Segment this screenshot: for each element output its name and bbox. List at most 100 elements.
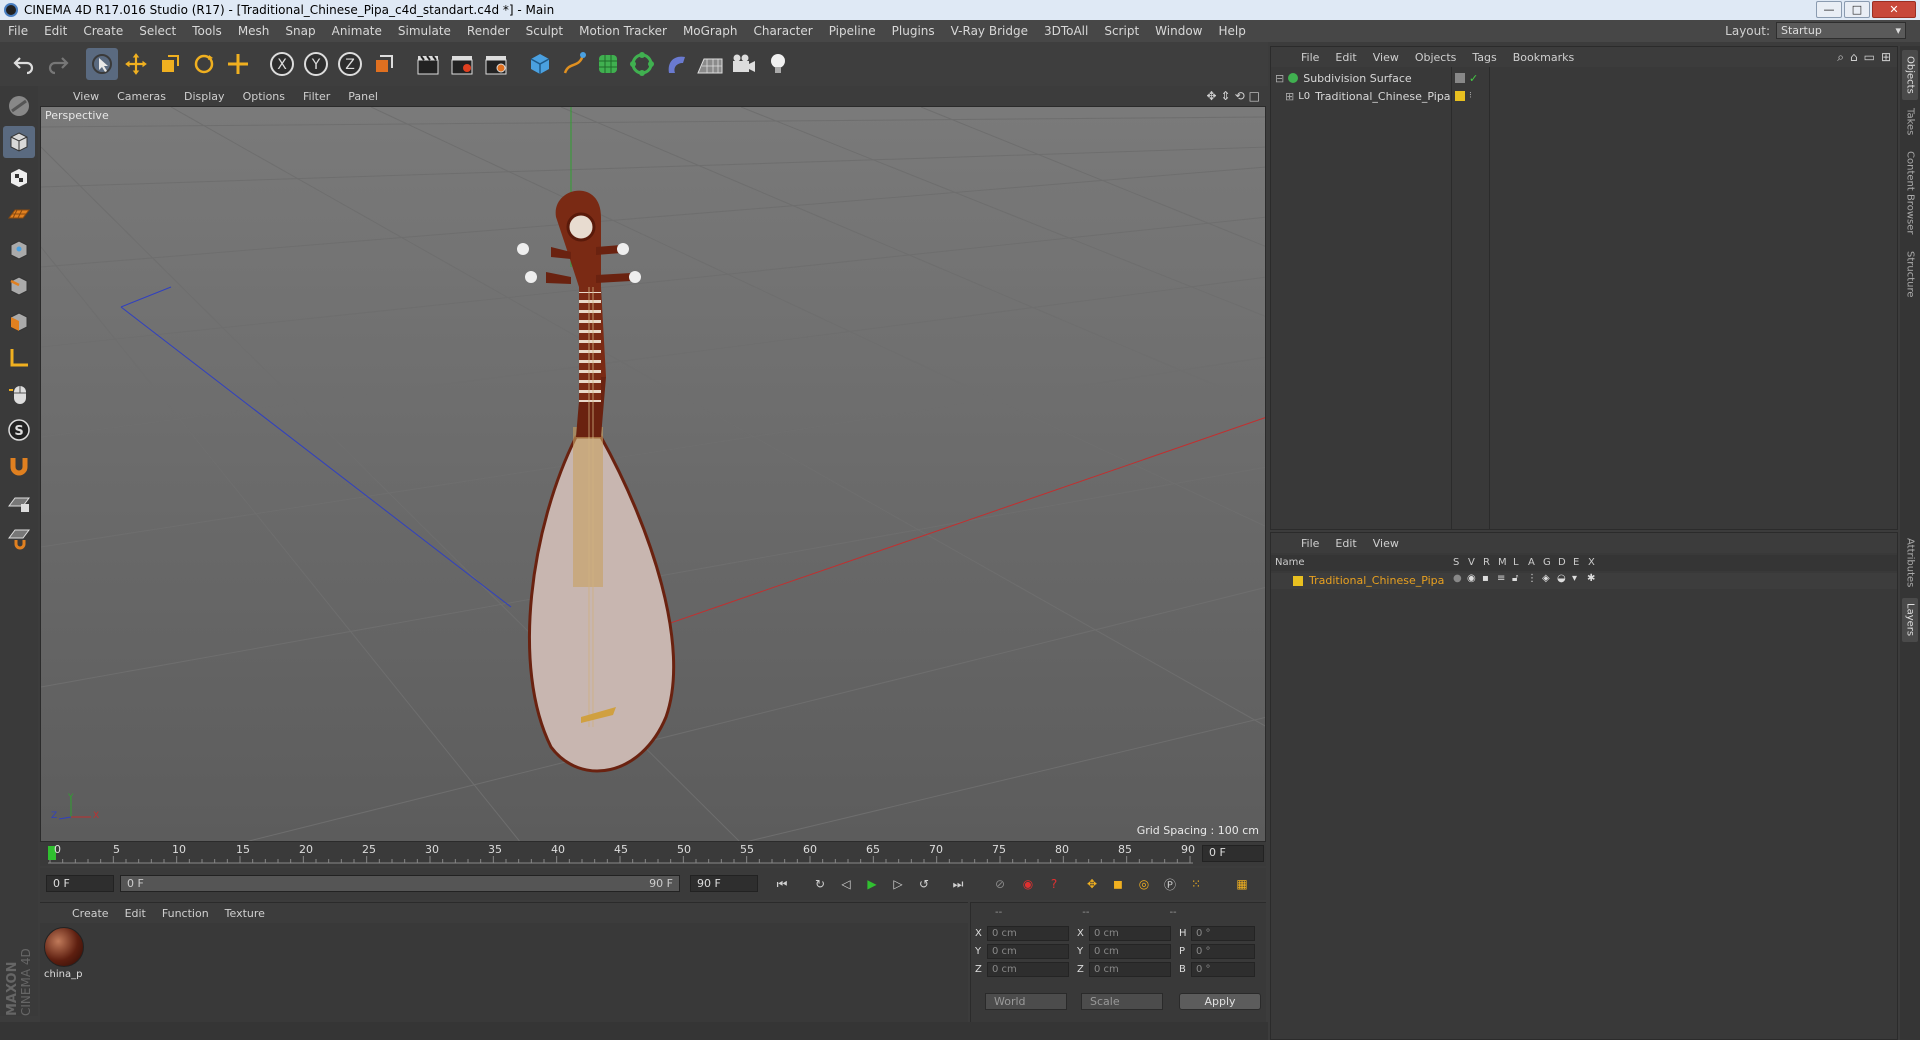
menu-render[interactable]: Render <box>459 24 518 38</box>
menu-window[interactable]: Window <box>1147 24 1210 38</box>
generator-icon[interactable]: ◈ <box>1542 573 1550 584</box>
rotate-view-icon[interactable]: ⟲ <box>1235 89 1245 103</box>
y-axis-lock-button[interactable]: Y <box>300 48 332 80</box>
tab-takes[interactable]: Takes <box>1902 104 1918 140</box>
floor-button[interactable] <box>694 48 726 80</box>
workplane-mode-button[interactable] <box>3 198 35 230</box>
coordinate-system-button[interactable] <box>368 48 400 80</box>
viewport-menu-panel[interactable]: Panel <box>339 90 387 103</box>
menu-vray-bridge[interactable]: V-Ray Bridge <box>943 24 1036 38</box>
undo-button[interactable] <box>8 48 40 80</box>
position-x-field[interactable]: 0 cm <box>987 925 1069 941</box>
editor-visibility-icon[interactable] <box>1455 73 1465 83</box>
next-key-button[interactable]: ↺ <box>912 873 936 895</box>
menu-simulate[interactable]: Simulate <box>390 24 459 38</box>
layout-dropdown[interactable]: Startup ▾ <box>1776 22 1906 39</box>
material-swatch[interactable]: china_p <box>44 927 86 983</box>
live-selection-button[interactable] <box>86 48 118 80</box>
render-view-button[interactable] <box>412 48 444 80</box>
subdivision-surface-button[interactable] <box>592 48 624 80</box>
go-to-start-button[interactable]: ⏮ <box>770 873 794 895</box>
z-axis-lock-button[interactable]: Z <box>334 48 366 80</box>
objects-menu-tags[interactable]: Tags <box>1464 51 1504 64</box>
maximize-view-icon[interactable]: □ <box>1249 89 1260 103</box>
size-z-field[interactable]: 0 cm <box>1089 961 1171 977</box>
current-frame-field[interactable]: 0 F <box>1202 845 1264 862</box>
manager-icon[interactable]: ≡ <box>1497 573 1505 584</box>
size-mode-dropdown[interactable]: Scale <box>1081 993 1163 1010</box>
render-icon[interactable]: ▪ <box>1482 573 1489 584</box>
size-y-field[interactable]: 0 cm <box>1089 943 1171 959</box>
expand-tree-icon[interactable]: ⊞ <box>1285 90 1294 103</box>
rotation-p-field[interactable]: 0 ° <box>1191 943 1255 959</box>
viewport-menu-options[interactable]: Options <box>234 90 294 103</box>
rotation-h-field[interactable]: 0 ° <box>1191 925 1255 941</box>
viewport-menu-display[interactable]: Display <box>175 90 234 103</box>
position-y-field[interactable]: 0 cm <box>987 943 1069 959</box>
render-settings-button[interactable] <box>480 48 512 80</box>
maximize-button[interactable]: □ <box>1844 1 1870 18</box>
rotation-b-field[interactable]: 0 ° <box>1191 961 1255 977</box>
position-z-field[interactable]: 0 cm <box>987 961 1069 977</box>
start-frame-field[interactable]: 0 F <box>46 875 114 892</box>
menu-create[interactable]: Create <box>75 24 131 38</box>
object-row[interactable]: ⊞ L0 Traditional_Chinese_Pipa <box>1285 87 1451 105</box>
tab-layers[interactable]: Layers <box>1902 598 1918 642</box>
layers-menu-view[interactable]: View <box>1365 537 1407 550</box>
deformer-icon[interactable]: ◒ <box>1557 573 1566 584</box>
visibility-dots-icon[interactable]: ⁝ <box>1469 91 1472 101</box>
record-keys-button[interactable]: ⊘ <box>988 873 1012 895</box>
lock-workplane-button[interactable] <box>3 486 35 518</box>
layer-color-icon[interactable] <box>1455 91 1465 101</box>
minimize-button[interactable]: — <box>1816 1 1842 18</box>
record-rotation-button[interactable]: ◎ <box>1132 873 1156 895</box>
size-x-field[interactable]: 0 cm <box>1089 925 1171 941</box>
menu-help[interactable]: Help <box>1210 24 1253 38</box>
record-parameter-button[interactable]: Ⓟ <box>1158 873 1182 895</box>
objects-menu-objects[interactable]: Objects <box>1407 51 1465 64</box>
viewport-menu-filter[interactable]: Filter <box>294 90 339 103</box>
enabled-check-icon[interactable]: ✓ <box>1469 72 1478 85</box>
play-button[interactable]: ▶ <box>860 873 884 895</box>
expand-icon[interactable]: ⊞ <box>1881 50 1891 65</box>
keyframe-selection-button[interactable]: ? <box>1042 873 1066 895</box>
timeline-window-button[interactable]: ▦ <box>1230 873 1254 895</box>
expression-icon[interactable]: ▾ <box>1572 573 1577 584</box>
menu-3dtoall[interactable]: 3DToAll <box>1036 24 1096 38</box>
move-tool-button[interactable] <box>120 48 152 80</box>
end-frame-field[interactable]: 90 F <box>690 875 758 892</box>
collapse-icon[interactable]: ⊟ <box>1275 72 1284 85</box>
eye-icon[interactable]: ◉ <box>1467 573 1476 584</box>
new-window-icon[interactable]: ▭ <box>1864 50 1875 65</box>
menu-select[interactable]: Select <box>131 24 184 38</box>
menu-pipeline[interactable]: Pipeline <box>821 24 884 38</box>
layers-menu-edit[interactable]: Edit <box>1327 537 1364 550</box>
render-picture-viewer-button[interactable] <box>446 48 478 80</box>
go-to-end-button[interactable]: ⏭ <box>946 873 970 895</box>
material-menu-function[interactable]: Function <box>154 907 217 920</box>
polygons-mode-button[interactable] <box>3 306 35 338</box>
tweak-mode-button[interactable] <box>3 378 35 410</box>
menu-edit[interactable]: Edit <box>36 24 75 38</box>
tab-content-browser[interactable]: Content Browser <box>1902 144 1918 242</box>
material-menu-texture[interactable]: Texture <box>217 907 273 920</box>
light-button[interactable] <box>762 48 794 80</box>
planar-workplane-button[interactable] <box>3 522 35 554</box>
tab-structure[interactable]: Structure <box>1902 246 1918 302</box>
home-icon[interactable]: ⌂ <box>1850 50 1858 65</box>
deformer-button[interactable] <box>660 48 692 80</box>
coordinate-space-dropdown[interactable]: World <box>985 993 1067 1010</box>
search-icon[interactable]: ⌕ <box>1837 50 1844 65</box>
menu-mograph[interactable]: MoGraph <box>675 24 746 38</box>
model-mode-button[interactable] <box>3 126 35 158</box>
viewport-menu-view[interactable]: View <box>64 90 108 103</box>
menu-motion-tracker[interactable]: Motion Tracker <box>571 24 675 38</box>
lock-icon[interactable]: 🔓︎ <box>1512 573 1518 584</box>
menu-sculpt[interactable]: Sculpt <box>518 24 571 38</box>
timeline-ruler[interactable]: 0 5 10 15 20 25 30 35 40 45 50 55 60 65 … <box>40 842 1266 866</box>
layer-color-swatch[interactable] <box>1293 576 1303 586</box>
rotate-tool-button[interactable] <box>188 48 220 80</box>
record-position-button[interactable]: ✥ <box>1080 873 1104 895</box>
menu-plugins[interactable]: Plugins <box>884 24 943 38</box>
magnet-button[interactable] <box>3 450 35 482</box>
